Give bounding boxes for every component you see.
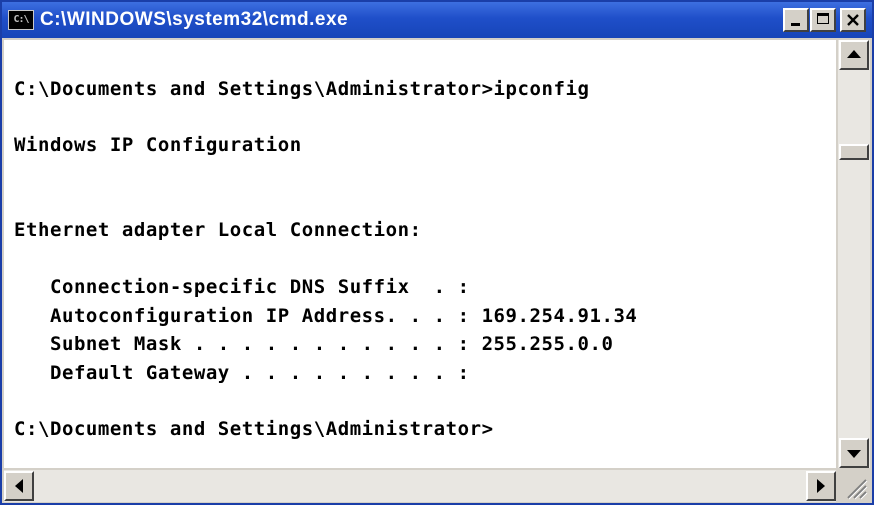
window-title: C:\WINDOWS\system32\cmd.exe <box>40 9 349 30</box>
console-output[interactable]: C:\Documents and Settings\Administrator>… <box>4 40 836 468</box>
close-icon <box>847 14 859 26</box>
scroll-right-button[interactable] <box>806 471 836 501</box>
maximize-icon <box>817 13 829 24</box>
console-line: C:\Documents and Settings\Administrator>… <box>14 78 590 100</box>
scroll-up-button[interactable] <box>839 40 869 70</box>
arrow-down-icon <box>847 450 861 458</box>
console-line: Windows IP Configuration <box>14 134 302 156</box>
console-app-icon[interactable]: C:\ <box>8 10 34 30</box>
vertical-scroll-thumb[interactable] <box>839 144 869 160</box>
vertical-scrollbar[interactable] <box>838 40 870 468</box>
console-line: C:\Documents and Settings\Administrator> <box>14 418 494 440</box>
arrow-left-icon <box>15 479 23 493</box>
console-line: Default Gateway . . . . . . . . . : <box>14 362 470 384</box>
minimize-button[interactable] <box>783 8 809 32</box>
console-line: Ethernet adapter Local Connection: <box>14 219 422 241</box>
cmd-window: C:\ C:\WINDOWS\system32\cmd.exe C:\Docum… <box>0 0 874 505</box>
scroll-left-button[interactable] <box>4 471 34 501</box>
title-bar[interactable]: C:\ C:\WINDOWS\system32\cmd.exe <box>2 2 872 38</box>
console-line: Autoconfiguration IP Address. . . : 169.… <box>14 305 638 327</box>
window-controls <box>783 8 866 32</box>
minimize-icon <box>791 23 800 26</box>
resize-grip[interactable] <box>838 470 870 502</box>
scroll-down-button[interactable] <box>839 438 869 468</box>
console-line: Connection-specific DNS Suffix . : <box>14 276 470 298</box>
console-line: Subnet Mask . . . . . . . . . . . : 255.… <box>14 333 614 355</box>
close-button[interactable] <box>840 8 866 32</box>
arrow-up-icon <box>847 50 861 58</box>
maximize-button[interactable] <box>810 8 836 32</box>
resize-grip-icon <box>847 479 868 500</box>
arrow-right-icon <box>817 479 825 493</box>
horizontal-scrollbar[interactable] <box>4 470 836 502</box>
